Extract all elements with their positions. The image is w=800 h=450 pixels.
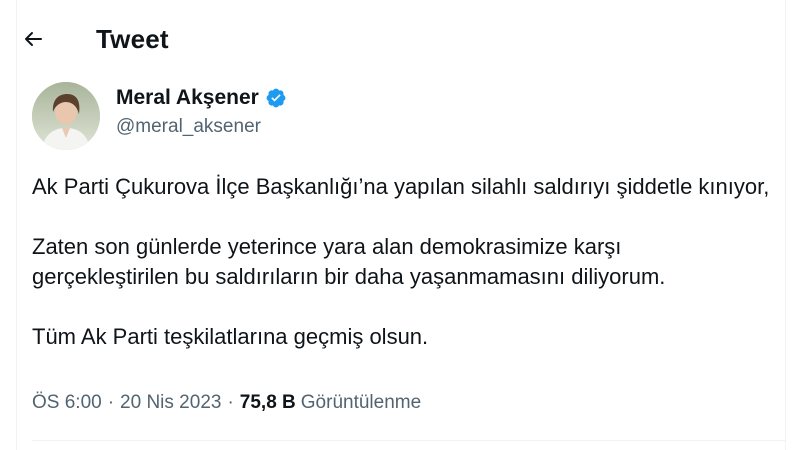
arrow-left-icon [25, 32, 42, 46]
tweet-paragraph: Tüm Ak Parti teşkilatlarına geçmiş olsun… [32, 324, 429, 349]
verified-badge-icon [266, 88, 286, 108]
tweet-date[interactable]: 20 Nis 2023 [120, 392, 221, 414]
tweet-meta: ÖS 6:00 · 20 Nis 2023 · 75,8 B Görüntüle… [32, 392, 421, 414]
column-border-left [16, 0, 17, 450]
tweet-page: Tweet Meral Akşener @meral_aksener Ak Pa… [0, 0, 800, 450]
author-handle[interactable]: @meral_aksener [116, 116, 261, 138]
tweet-text: Ak Parti Çukurova İlçe Başkanlığı’na yap… [32, 172, 772, 352]
views-label: Görüntülenme [300, 392, 422, 413]
tweet-paragraph: Zaten son günlerde yeterince yara alan d… [32, 234, 666, 289]
page-title: Tweet [96, 24, 169, 54]
author-name[interactable]: Meral Akşener [116, 86, 259, 110]
back-button[interactable] [18, 24, 48, 54]
avatar-image [32, 82, 100, 150]
tweet-time[interactable]: ÖS 6:00 [32, 392, 102, 414]
meta-separator: · [107, 392, 115, 413]
divider [32, 440, 785, 441]
views-count: 75,8 B [239, 392, 296, 413]
tweet-paragraph: Ak Parti Çukurova İlçe Başkanlığı’na yap… [32, 174, 770, 199]
column-border-right [785, 0, 786, 450]
avatar[interactable] [32, 82, 100, 150]
meta-separator: · [227, 392, 234, 413]
author-name-row[interactable]: Meral Akşener [116, 86, 287, 110]
